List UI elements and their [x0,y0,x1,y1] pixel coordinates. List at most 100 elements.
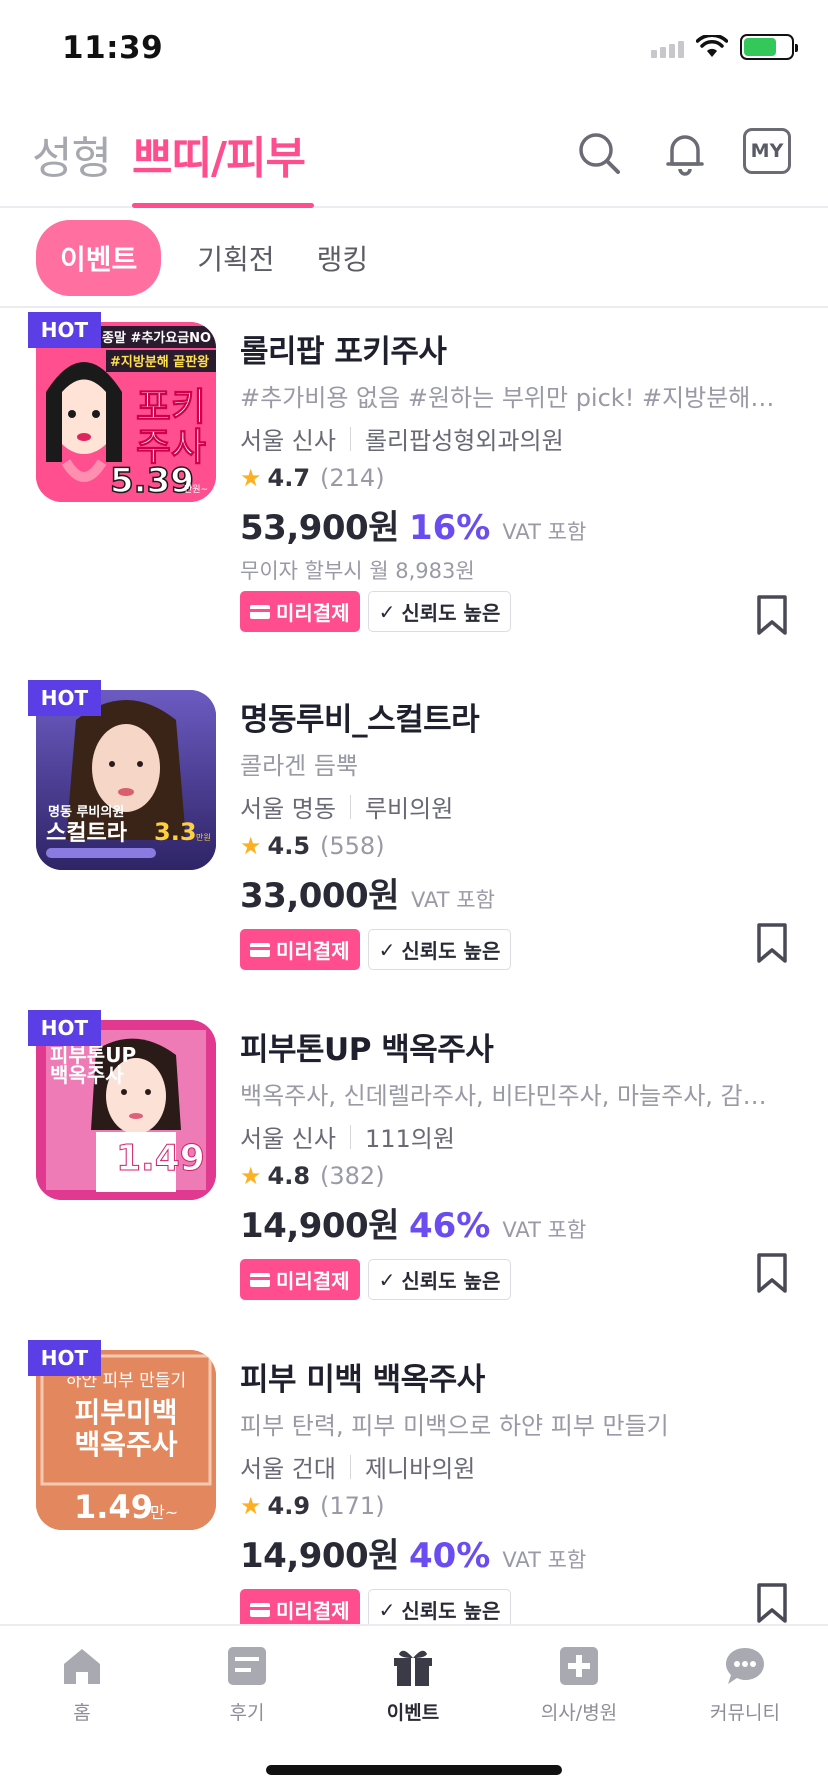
item-info: 명동루비_스컬트라 콜라겐 듬뿍 서울 명동 루비의원 ★ 4.5 (558) … [240,694,794,970]
tabbar-home[interactable]: 홈 [17,1644,147,1725]
subtab-exhibition[interactable]: 기획전 [191,238,280,278]
item-badges: 미리결제 ✓ 신뢰도 높은 [240,1589,794,1624]
item-price: 33,000원 [240,876,399,916]
item-tags: #추가비용 없음 #원하는 부위만 pick! #지방분해주사 [240,384,794,412]
bell-icon[interactable] [660,128,710,178]
top-header: 성형 쁘띠/피부 MY [0,100,828,208]
subtab-event[interactable]: 이벤트 [36,220,162,296]
item-price: 14,900원 [240,1206,399,1246]
item-location: 서울 명동 루비의원 [240,789,794,824]
tab-plastic-surgery[interactable]: 성형 [32,122,112,186]
item-vat: VAT 포함 [410,888,495,912]
item-region: 서울 신사 [240,1125,336,1153]
item-clinic[interactable]: 루비의원 [365,789,453,824]
item-price-row: 33,000원 VAT 포함 [240,868,794,917]
item-title: 피부 미백 백옥주사 [240,1362,485,1398]
item-info: 롤리팝 포키주사 #추가비용 없음 #원하는 부위만 pick! #지방분해주사… [240,326,794,632]
prepay-badge: 미리결제 [240,1589,360,1624]
svg-text:백옥주사: 백옥주사 [50,1063,124,1087]
event-list: HOT 종말 #추가요금NO #지방분해 끝판왕 포키 주사 5.39 만원~ … [0,308,828,1624]
home-icon [64,1649,100,1684]
check-icon: ✓ [378,599,396,624]
prepay-badge: 미리결제 [240,929,360,970]
card-icon [250,942,270,957]
search-icon[interactable] [574,128,624,178]
trust-badge: ✓ 신뢰도 높은 [367,1589,512,1624]
tabbar-community[interactable]: 커뮤니티 [680,1644,810,1725]
list-item[interactable]: HOT 하얀 피부 만들기 피부미백 백옥주사 1.49 만~ 피부 미백 백옥… [0,1298,828,1624]
check-icon: ✓ [378,1597,396,1622]
item-rating: ★ 4.5 (558) [240,832,385,860]
subtab-ranking[interactable]: 랭킹 [311,238,375,278]
prepay-badge: 미리결제 [240,1259,360,1300]
home-indicator [266,1765,562,1775]
list-item[interactable]: HOT 피부톤UP 백옥주사 1.49 피부톤UP 백옥주사 백옥주사, 신데렐… [0,968,828,1300]
svg-text:5.39: 5.39 [110,461,194,501]
svg-text:만원~: 만원~ [184,484,208,495]
star-icon: ★ [240,464,262,492]
tabbar-hospital[interactable]: 의사/병원 [514,1644,644,1725]
item-badges: 미리결제 ✓ 신뢰도 높은 [240,1259,794,1300]
tab-petit-skin[interactable]: 쁘띠/피부 [132,122,306,186]
item-clinic[interactable]: 제니바의원 [365,1449,475,1484]
check-icon: ✓ [378,937,396,962]
review-icon [228,1647,266,1685]
svg-text:포키: 포키 [136,385,206,429]
star-icon: ★ [240,1492,262,1520]
battery-icon [740,34,798,60]
bookmark-icon[interactable] [756,1582,788,1624]
wifi-icon [696,35,728,57]
item-location: 서울 신사 롤리팝성형외과의원 [240,421,794,456]
tabbar-review[interactable]: 후기 [182,1644,312,1725]
event-thumbnail: 명동 루비의원 스컬트라 3.3 만원 [36,690,216,870]
list-item[interactable]: HOT 종말 #추가요금NO #지방분해 끝판왕 포키 주사 5.39 만원~ … [0,308,828,638]
bookmark-icon[interactable] [756,922,788,964]
cellular-signal-icon [651,36,684,58]
list-item[interactable]: HOT 명동 루비의원 스컬트라 3.3 만원 명동루비_스컬트라 콜라겐 듬뿍 [0,638,828,970]
item-price: 14,900원 [240,1536,399,1576]
item-rating: ★ 4.7 (214) [240,464,385,492]
svg-text:1.49: 1.49 [74,1488,153,1526]
bookmark-icon[interactable] [756,594,788,636]
item-title: 명동루비_스컬트라 [240,702,480,738]
item-clinic[interactable]: 롤리팝성형외과의원 [365,421,564,456]
check-icon: ✓ [378,1267,396,1292]
item-installment: 무이자 할부시 월 8,983원 [240,559,475,583]
svg-text:만원: 만원 [196,833,211,842]
card-icon [250,1602,270,1617]
svg-text:백옥주사: 백옥주사 [74,1428,177,1461]
status-bar: 11:39 [0,0,828,100]
item-title: 피부톤UP 백옥주사 [240,1032,494,1068]
hospital-icon [560,1647,598,1685]
item-location: 서울 건대 제니바의원 [240,1449,794,1484]
status-icons [651,34,798,60]
tabbar-event[interactable]: 이벤트 [348,1644,478,1725]
tabbar-label: 후기 [229,1702,265,1724]
trust-badge: ✓ 신뢰도 높은 [367,1259,512,1300]
svg-text:만~: 만~ [150,1503,178,1522]
active-tab-indicator [132,203,314,208]
item-vat: VAT 포함 [502,1548,587,1572]
trust-badge: ✓ 신뢰도 높은 [367,591,512,632]
item-title: 롤리팝 포키주사 [240,334,447,370]
item-badges: 미리결제 ✓ 신뢰도 높은 [240,929,794,970]
star-icon: ★ [240,832,262,860]
card-icon [250,604,270,619]
my-page-button[interactable]: MY [743,128,791,174]
status-time: 11:39 [62,30,164,66]
card-icon [250,1272,270,1287]
sub-tabs: 이벤트 기획전 랭킹 [0,210,828,308]
tabbar-label: 홈 [73,1702,91,1724]
item-discount: 40% [408,1536,491,1576]
item-tags: 콜라겐 듬뿍 [240,752,359,780]
bookmark-icon[interactable] [756,1252,788,1294]
trust-badge: ✓ 신뢰도 높은 [367,929,512,970]
item-region: 서울 신사 [240,427,336,455]
svg-text:스컬트라: 스컬트라 [46,821,128,846]
item-clinic[interactable]: 111의원 [365,1119,455,1154]
hot-badge: HOT [28,680,101,716]
item-vat: VAT 포함 [502,1218,587,1242]
item-price-row: 14,900원 40% VAT 포함 [240,1528,794,1577]
item-rating: ★ 4.8 (382) [240,1162,385,1190]
gift-icon [394,1650,432,1686]
